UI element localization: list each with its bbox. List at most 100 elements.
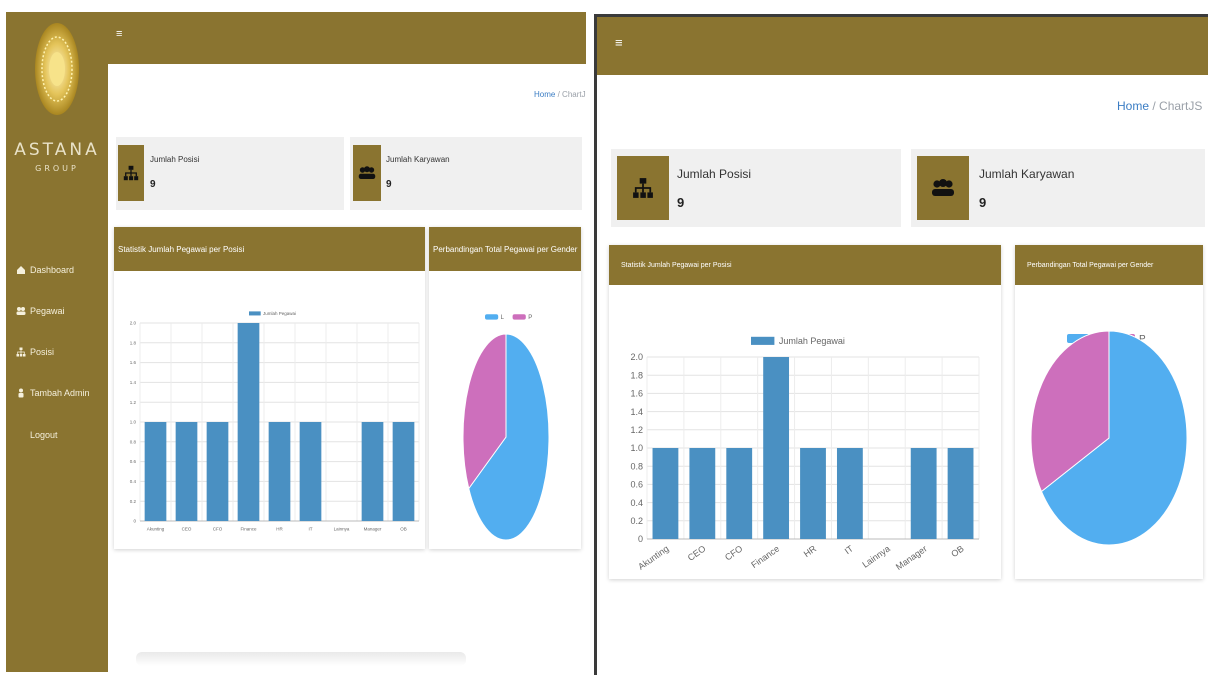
x-tick-label: HR — [276, 527, 283, 532]
x-tick-label: CEO — [686, 543, 708, 562]
brand-name: ASTANA — [14, 140, 100, 160]
y-tick-label: 0.4 — [630, 498, 643, 508]
y-tick-label: 0.2 — [630, 516, 643, 526]
x-tick-label: Akunting — [147, 527, 165, 532]
home-icon — [17, 266, 25, 274]
right-screenshot: ≡ Home / ChartJS Jumlah Posisi 9 Jumlah … — [594, 14, 1208, 675]
x-tick-label: Manager — [364, 527, 382, 532]
y-tick-label: 1.0 — [630, 443, 643, 453]
users-icon — [16, 307, 26, 315]
x-tick-label: IT — [309, 527, 313, 532]
x-tick-label: Lainnya — [334, 527, 350, 532]
x-tick-label: Finance — [240, 527, 257, 532]
x-tick-label: Finance — [749, 543, 781, 570]
y-tick-label: 0 — [638, 534, 643, 544]
legend-label: L — [501, 315, 505, 321]
top-navbar: ≡ — [597, 17, 1208, 75]
bar-ob — [392, 422, 415, 521]
bar-chart-panel: Statistik Jumlah Pegawai per Posisi Juml… — [609, 245, 1001, 579]
card-label: Jumlah Posisi — [150, 155, 200, 164]
pie-chart-panel: Perbandingan Total Pegawai per Gender LP — [429, 227, 581, 549]
card-value: 9 — [979, 195, 987, 210]
breadcrumb-home-link[interactable]: Home — [534, 90, 555, 99]
y-tick-label: 1.4 — [130, 380, 137, 385]
x-tick-label: CEO — [182, 527, 192, 532]
bar-chart: Jumlah Pegawai 0 0.2 0.4 0.6 0.8 1.0 1.2 1.4 1.6 1… — [130, 311, 420, 532]
pie-chart: LP — [1030, 330, 1188, 546]
hamburger-menu-icon[interactable]: ≡ — [615, 35, 623, 50]
sidebar: ASTANA GROUP Dashboard Pegawai Posisi Ta… — [6, 12, 108, 672]
sidebar-item-logout[interactable]: Logout — [30, 430, 58, 440]
users-icon — [353, 145, 381, 201]
sitemap-icon — [617, 156, 669, 220]
card-jumlah-posisi: Jumlah Posisi 9 — [611, 149, 901, 227]
y-tick-label: 1.2 — [630, 425, 643, 435]
sidebar-item-posisi[interactable]: Posisi — [16, 347, 54, 357]
left-screenshot: ASTANA GROUP Dashboard Pegawai Posisi Ta… — [6, 12, 586, 672]
sitemap-icon — [16, 347, 26, 357]
sidebar-item-label: Dashboard — [30, 265, 75, 275]
user-plus-icon — [18, 388, 24, 398]
bar-chart: Jumlah Pegawai 0 0.2 0.4 0.6 0.8 1.0 1.2 1.4 1.6 1… — [630, 336, 980, 572]
logo-mandala-icon — [35, 23, 79, 115]
y-tick-label: 1.8 — [630, 370, 643, 380]
legend-swatch — [249, 311, 261, 316]
users-icon — [917, 156, 969, 220]
top-navbar: ≡ — [108, 12, 586, 64]
card-value: 9 — [386, 179, 392, 190]
x-tick-label: HR — [802, 543, 819, 559]
y-tick-label: 1.0 — [130, 420, 137, 425]
bar-hr — [800, 448, 826, 539]
breadcrumb: Home / ChartJS — [534, 90, 586, 99]
x-tick-label: IT — [843, 543, 856, 556]
y-tick-label: 0.6 — [130, 459, 137, 464]
bar-finance — [763, 357, 790, 539]
y-tick-label: 1.8 — [130, 340, 137, 345]
bar-it — [299, 422, 322, 521]
bar-finance — [237, 323, 260, 521]
bar-chart-panel: Statistik Jumlah Pegawai per Posisi Juml… — [114, 227, 425, 549]
x-tick-label: Lainnya — [860, 543, 892, 569]
y-tick-label: 0.6 — [630, 480, 643, 490]
sidebar-item-dashboard[interactable]: Dashboard — [16, 265, 74, 275]
sidebar-item-label: Logout — [30, 430, 58, 440]
sidebar-item-label: Posisi — [30, 347, 55, 357]
bar-ceo — [175, 422, 198, 521]
bar-manager — [361, 422, 384, 521]
x-tick-label: CFO — [213, 527, 223, 532]
sidebar-item-label: Tambah Admin — [30, 388, 90, 398]
legend-swatch — [512, 314, 526, 320]
card-value: 9 — [150, 179, 156, 190]
legend-label: Jumlah Pegawai — [779, 336, 845, 346]
sidebar-item-pegawai[interactable]: Pegawai — [16, 306, 65, 316]
legend-swatch — [485, 314, 499, 320]
bar-manager — [910, 448, 937, 539]
y-tick-label: 1.6 — [630, 389, 643, 399]
card-value: 9 — [677, 195, 685, 210]
card-label: Jumlah Karyawan — [979, 167, 1075, 181]
pie-chart-panel: Perbandingan Total Pegawai per Gender LP — [1015, 245, 1203, 579]
legend-label: Jumlah Pegawai — [263, 311, 296, 316]
y-tick-label: 0.8 — [130, 439, 137, 444]
sidebar-item-tambah-admin[interactable]: Tambah Admin — [16, 388, 90, 398]
legend-swatch — [751, 336, 775, 345]
breadcrumb-home-link[interactable]: Home — [1117, 99, 1149, 113]
bar-cfo — [206, 422, 229, 521]
y-tick-label: 1.2 — [130, 400, 137, 405]
x-tick-label: CFO — [723, 543, 744, 562]
y-tick-label: 0.4 — [130, 479, 137, 484]
card-label: Jumlah Posisi — [677, 167, 752, 181]
bar-it — [836, 448, 863, 539]
bar-ceo — [689, 448, 716, 539]
brand-sub: GROUP — [35, 164, 79, 173]
y-tick-label: 1.4 — [630, 407, 643, 417]
hamburger-menu-icon[interactable]: ≡ — [116, 28, 122, 40]
legend-label: P — [528, 315, 532, 321]
bar-ob — [947, 448, 974, 539]
x-tick-label: OB — [949, 543, 965, 559]
pie-chart: LP — [462, 314, 550, 541]
x-tick-label: Akunting — [636, 543, 670, 571]
y-tick-label: 0 — [133, 519, 136, 524]
bar-hr — [268, 422, 291, 521]
breadcrumb-current: ChartJS — [1159, 99, 1203, 113]
